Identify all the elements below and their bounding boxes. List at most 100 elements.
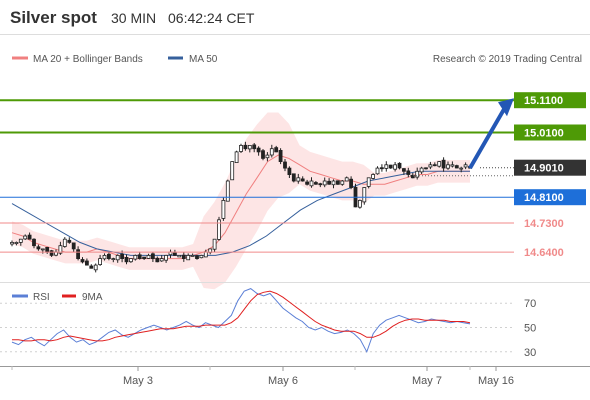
rsi-tick-label: 70 [524,298,536,310]
candle-body [150,253,155,260]
x-tick-label: May 16 [478,375,514,387]
candle-body [349,178,354,188]
candle-body [256,147,261,153]
forecast-arrow-shaft [468,108,506,170]
candle-body [49,250,54,256]
candle-body [111,258,116,261]
candle-body [401,168,406,172]
rsi-ma-legend-label: 9MA [82,292,103,303]
candle-body [415,170,420,178]
candle-body [40,248,45,251]
candle-body [265,154,270,159]
candle-body [331,180,336,186]
support-level-label: 14.7300 [524,218,564,230]
candle-body [98,258,102,266]
candle-body [225,180,230,202]
candle-body [428,164,433,168]
candle-body [278,149,283,162]
main-plot-area [10,112,472,290]
candle-body [419,167,424,173]
candle-body [133,254,138,260]
candle-body [159,258,164,262]
price-chart: MA 20 + Bollinger Bands MA 50 Research ©… [0,34,590,387]
candle-body [454,165,459,169]
rsi-tick-label: 30 [524,347,536,359]
candle-body [340,180,345,185]
x-tick-label: May 7 [412,375,442,387]
candle-body [102,254,107,260]
candle-body [142,256,147,260]
candle-body [371,174,376,179]
candle-body [76,249,80,259]
candle-body [397,162,402,169]
candle-body [120,253,124,259]
candle-body [36,246,41,250]
candle-body [80,259,85,263]
candle-body [335,180,340,185]
candle-body [446,164,450,169]
candle-body [388,164,393,169]
candle-body [186,254,191,261]
candle-body [384,164,389,169]
candle-body [177,254,182,258]
candle-body [406,170,411,175]
rsi-tick-label: 50 [524,323,536,335]
candle-body [366,177,371,187]
bollinger-legend-label: MA 20 + Bollinger Bands [33,54,143,65]
resistance-level-label: 15.1100 [524,95,563,107]
candle-body [221,199,226,219]
support-level-label: 14.6400 [524,247,564,259]
candle-body [300,178,305,182]
candle-body [93,264,98,271]
candle-body [14,241,19,244]
x-tick-label: May 3 [123,375,153,387]
candle-body [357,199,362,208]
copyright-label: Research © 2019 Trading Central [433,54,582,65]
candle-body [67,239,72,243]
ma50-legend-label: MA 50 [189,54,218,65]
candle-body [318,183,323,186]
candle-body [432,164,437,167]
candle-body [23,235,28,240]
pivot-level-label: 14.8100 [524,192,564,204]
candle-body [362,187,367,203]
candle-body [261,150,265,159]
candle-body [291,173,296,182]
candle-body [393,164,398,170]
candle-body [190,254,195,257]
candle-body [247,144,252,150]
candle-body [107,253,111,260]
candle-body [296,177,301,182]
candle-body [172,252,177,256]
candle-body [146,254,151,259]
candle-body [283,161,287,169]
candle-body [71,242,76,250]
candle-body [437,161,442,167]
candle-body [62,238,67,247]
candle-body [239,144,243,152]
resistance-level-label: 15.0100 [524,128,564,140]
candle-body [18,238,23,243]
candle-body [155,257,160,263]
candle-body [128,258,133,263]
current-level-label: 14.9010 [524,163,564,175]
candle-body [252,144,257,150]
candle-body [181,254,186,259]
candle-body [243,144,248,150]
candle-body [115,254,120,261]
candle-body [287,167,292,176]
candle-body [89,265,94,269]
candle-body [164,254,169,261]
x-tick-label: May 6 [268,375,298,387]
candle-body [230,161,235,181]
candle-body [379,167,384,170]
candle-body [327,180,332,185]
candle-body [195,255,199,260]
x-axis: May 3 May 6 May 7 May 16 [11,366,514,387]
candle-body [424,167,428,170]
candle-body [463,164,468,168]
candle-body [212,238,217,250]
candle-body [375,167,380,175]
candle-body [313,182,318,185]
rsi-plot-area: 30 50 70 [0,288,536,359]
